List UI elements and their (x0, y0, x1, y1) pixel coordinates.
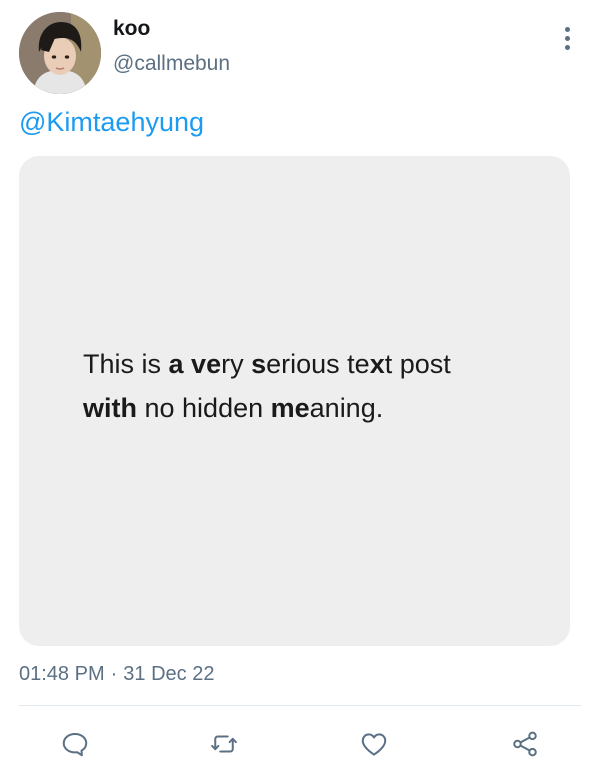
like-button[interactable] (356, 726, 392, 762)
timestamp-separator: · (110, 663, 118, 685)
divider (19, 705, 581, 706)
caption-segment: ry (221, 349, 252, 379)
reply-button[interactable] (57, 726, 93, 762)
more-options-button[interactable] (556, 24, 578, 52)
caption-segment: no hidden (137, 393, 271, 423)
speech-bubble-icon (62, 733, 88, 757)
media-caption-line-2: with no hidden meaning. (83, 386, 451, 430)
media-caption-text: This is a very serious text post with no… (83, 342, 451, 430)
caption-segment-bold: a ve (168, 349, 222, 379)
caption-segment: aning. (309, 393, 384, 423)
post-timestamp: 01:48 PM · 31 Dec 22 (19, 663, 214, 686)
user-handle[interactable]: @callmebun (113, 52, 230, 76)
media-caption-line-1: This is a very serious text post (83, 342, 451, 386)
caption-segment: This (83, 349, 135, 379)
share-button[interactable] (507, 726, 543, 762)
caption-segment-bold: me (270, 393, 310, 423)
media-image[interactable]: This is a very serious text post with no… (19, 156, 570, 646)
caption-segment: is (134, 349, 169, 379)
avatar-photo (19, 12, 101, 94)
retweet-button[interactable] (206, 726, 242, 762)
caption-segment-bold: s (251, 349, 267, 379)
retweet-arrows-icon (211, 735, 237, 753)
caption-segment: t post (384, 349, 451, 379)
post-date: 31 Dec 22 (123, 663, 215, 685)
mention-link[interactable]: @Kimtaehyung (19, 107, 204, 138)
heart-icon (361, 733, 387, 756)
post-time: 01:48 PM (19, 663, 105, 685)
caption-segment-bold: with (83, 393, 137, 423)
more-dot-icon (564, 35, 570, 41)
display-name[interactable]: koo (113, 17, 150, 41)
caption-segment: erious (266, 349, 348, 379)
more-dot-icon (564, 26, 570, 32)
caption-segment: te (347, 349, 370, 379)
more-dot-icon (564, 44, 570, 50)
share-nodes-icon (513, 731, 537, 757)
tweet-detail: koo @callmebun @Kimtaehyung This is a ve… (0, 0, 600, 776)
avatar[interactable] (19, 12, 101, 94)
caption-segment-bold: x (369, 349, 385, 379)
